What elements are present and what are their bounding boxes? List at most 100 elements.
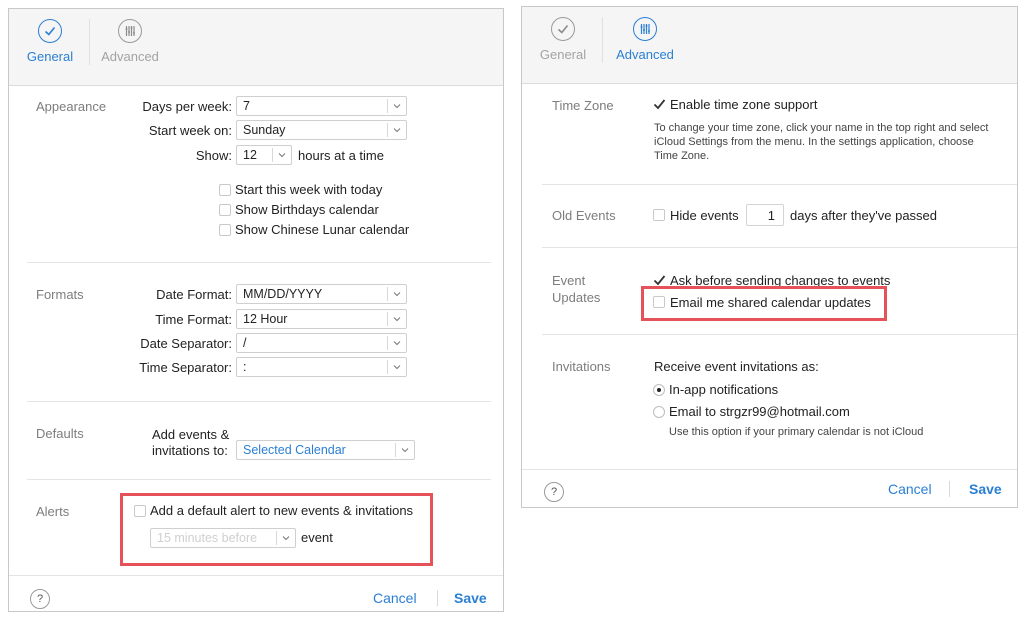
section-event-updates-line1: Event [552, 273, 586, 288]
alert-suffix: event [301, 530, 333, 545]
divider [27, 262, 491, 263]
tab-advanced-label: Advanced [616, 47, 674, 62]
checkmark-icon[interactable] [653, 98, 666, 110]
time-format-label: Time Format: [155, 312, 232, 327]
save-button[interactable]: Save [454, 590, 487, 606]
alert-time-select[interactable]: 15 minutes before [150, 528, 296, 548]
add-events-label-line2: invitations to: [152, 443, 228, 458]
in-app-radio[interactable] [653, 384, 665, 396]
start-week-value: Sunday [243, 123, 286, 137]
time-zone-help-line1: To change your time zone, click your nam… [654, 122, 989, 134]
section-time-zone: Time Zone [552, 98, 614, 113]
help-button[interactable]: ? [30, 589, 50, 609]
hours-value: 12 [243, 148, 257, 162]
hide-events-label: Hide events [670, 208, 739, 223]
section-appearance: Appearance [36, 99, 107, 114]
email-radio[interactable] [653, 406, 665, 418]
preferences-toolbar: General Advanced [9, 9, 503, 86]
divider [542, 334, 1017, 335]
alert-time-value: 15 minutes before [157, 531, 258, 545]
days-input[interactable]: 1 [746, 204, 784, 226]
tab-advanced-label: Advanced [101, 49, 159, 64]
add-events-label-line1: Add events & [152, 427, 230, 442]
email-shared-label: Email me shared calendar updates [670, 295, 871, 310]
select-divider [387, 287, 388, 301]
tab-general[interactable]: General [15, 19, 85, 64]
tab-advanced[interactable]: Advanced [95, 19, 165, 64]
save-button[interactable]: Save [969, 481, 1002, 497]
date-format-label: Date Format: [156, 287, 232, 302]
default-alert-checkbox[interactable] [134, 505, 146, 517]
ask-before-sending-label: Ask before sending changes to events [670, 273, 891, 288]
cancel-button[interactable]: Cancel [888, 481, 932, 497]
chevron-down-icon [393, 365, 401, 370]
chevron-down-icon [278, 153, 286, 158]
birthdays-checkbox[interactable] [219, 204, 231, 216]
help-button[interactable]: ? [544, 482, 564, 502]
tab-general[interactable]: General [528, 17, 598, 62]
tab-general-label: General [539, 47, 587, 62]
divider [27, 401, 491, 402]
time-separator-label: Time Separator: [139, 360, 232, 375]
chinese-lunar-checkbox[interactable] [219, 224, 231, 236]
time-separator-select[interactable]: : [236, 357, 407, 377]
date-separator-label: Date Separator: [140, 336, 232, 351]
start-today-label: Start this week with today [235, 182, 383, 197]
time-separator-value: : [243, 360, 247, 374]
date-separator-select[interactable]: / [236, 333, 407, 353]
receive-invitations-label: Receive event invitations as: [654, 359, 819, 374]
select-divider [387, 312, 388, 326]
email-shared-checkbox[interactable] [653, 296, 665, 308]
footer-separator [437, 590, 438, 606]
divider [27, 479, 491, 480]
hide-events-checkbox[interactable] [653, 209, 665, 221]
tab-divider [602, 17, 603, 63]
email-label: Email to strgzr99@hotmail.com [669, 404, 850, 419]
general-settings-panel: General Advanced Appearance Days per wee… [8, 8, 504, 612]
start-week-label: Start week on: [148, 123, 232, 138]
select-divider [387, 360, 388, 374]
section-alerts: Alerts [36, 504, 70, 519]
time-format-select[interactable]: 12 Hour [236, 309, 407, 329]
start-week-select[interactable]: Sunday [236, 120, 407, 140]
select-divider [387, 336, 388, 350]
chevron-down-icon [393, 292, 401, 297]
chevron-down-icon [282, 536, 290, 541]
chinese-lunar-label: Show Chinese Lunar calendar [235, 222, 410, 237]
hours-select[interactable]: 12 [236, 145, 292, 165]
date-separator-value: / [243, 336, 247, 350]
footer-divider [9, 575, 503, 576]
select-divider [387, 123, 388, 137]
hours-suffix: hours at a time [298, 148, 384, 163]
chevron-down-icon [401, 448, 409, 453]
section-formats: Formats [36, 287, 84, 302]
checkmark-icon[interactable] [653, 274, 666, 286]
divider [542, 184, 1017, 185]
show-label: Show: [195, 148, 232, 163]
select-divider [395, 443, 396, 457]
cancel-button[interactable]: Cancel [373, 590, 417, 606]
time-zone-help-line3: Time Zone. [654, 150, 710, 162]
sliders-icon [633, 17, 657, 41]
start-today-checkbox[interactable] [219, 184, 231, 196]
sliders-icon [118, 19, 142, 43]
tab-general-label: General [26, 49, 74, 64]
section-old-events: Old Events [552, 208, 616, 223]
birthdays-label: Show Birthdays calendar [235, 202, 379, 217]
default-calendar-select[interactable]: Selected Calendar [236, 440, 415, 460]
email-note: Use this option if your primary calendar… [669, 426, 924, 438]
days-per-week-select[interactable]: 7 [236, 96, 407, 116]
days-per-week-value: 7 [243, 99, 250, 113]
section-invitations: Invitations [552, 359, 611, 374]
days-input-value: 1 [767, 208, 775, 223]
section-defaults: Defaults [36, 426, 84, 441]
chevron-down-icon [393, 104, 401, 109]
chevron-down-icon [393, 341, 401, 346]
tab-advanced[interactable]: Advanced [610, 17, 680, 62]
default-alert-label: Add a default alert to new events & invi… [150, 503, 414, 518]
preferences-toolbar: General Advanced [522, 7, 1017, 84]
in-app-label: In-app notifications [669, 382, 779, 397]
date-format-select[interactable]: MM/DD/YYYY [236, 284, 407, 304]
checkmark-icon [38, 19, 62, 43]
footer-separator [949, 481, 950, 497]
